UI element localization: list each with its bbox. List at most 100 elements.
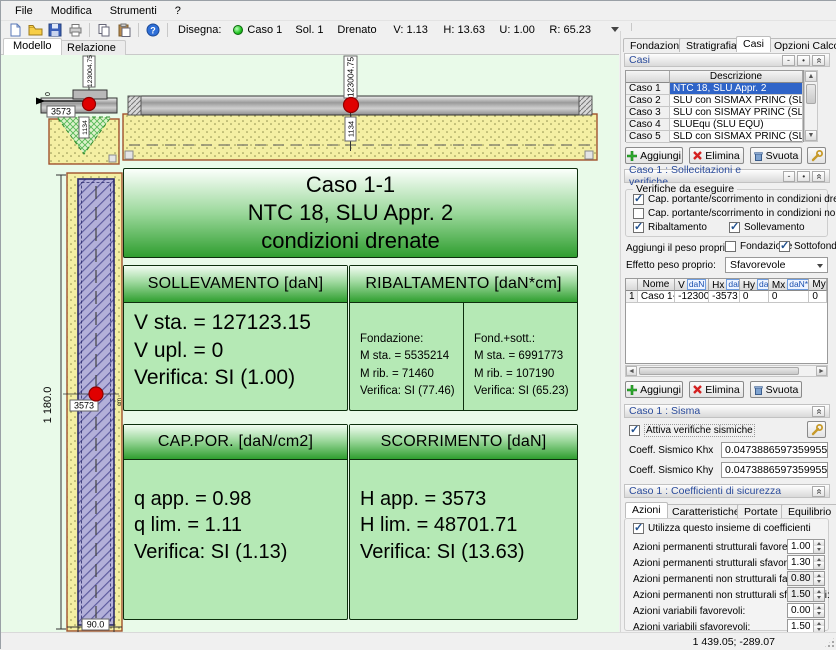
checkbox-checked-icon[interactable] bbox=[729, 222, 740, 233]
effetto-combobox[interactable]: Sfavorevole bbox=[725, 257, 828, 273]
casi-aggiungi-button[interactable]: Aggiungi bbox=[625, 147, 683, 164]
cell-hx[interactable]: -3573 bbox=[709, 291, 740, 303]
scroll-thumb[interactable] bbox=[806, 84, 816, 104]
casi-row-desc[interactable]: SLU con SISMAY PRINC (SLU Appr... bbox=[670, 107, 803, 119]
tab-stratigrafia[interactable]: Stratigrafia bbox=[679, 38, 744, 52]
menu-strumenti[interactable]: Strumenti bbox=[102, 3, 165, 19]
tab-portate[interactable]: Portate bbox=[737, 504, 785, 518]
coeff-spinner-5[interactable]: 0.00 bbox=[787, 603, 825, 618]
casi-row-2[interactable]: Caso 2 SLU con SISMAX PRINC (SLU Appr... bbox=[626, 95, 803, 107]
casi-row-label[interactable]: Caso 2 bbox=[626, 95, 670, 107]
checkbox-unchecked-icon[interactable] bbox=[725, 241, 736, 252]
check-non-drenate[interactable]: Cap. portante/scorrimento in condizioni … bbox=[633, 208, 836, 219]
section-minus-icon[interactable] bbox=[783, 171, 796, 182]
scroll-down-icon[interactable]: ▼ bbox=[805, 130, 817, 141]
loads-svuota-button[interactable]: Svuota bbox=[750, 381, 802, 398]
casi-row-desc[interactable]: SLUEqu (SLU EQU) bbox=[670, 119, 803, 131]
tab-caratteristiche[interactable]: Caratteristiche bbox=[665, 504, 747, 518]
khx-input[interactable]: 0.0473886597359955 bbox=[721, 442, 828, 458]
section-header-sisma[interactable]: Caso 1 : Sisma bbox=[624, 404, 830, 418]
casi-row-desc[interactable]: SLD con SISMAX PRINC (SLD) bbox=[670, 131, 803, 143]
check-utilizza-coefficienti[interactable]: Utilizza questo insieme di coefficienti bbox=[633, 523, 811, 534]
loads-table[interactable]: Nome VdaN HxdaN HydaN MxdaN*cm My 1 Caso… bbox=[625, 278, 828, 364]
checkbox-checked-icon[interactable] bbox=[779, 241, 790, 252]
open-file-icon[interactable] bbox=[25, 22, 45, 38]
spinner-down-icon[interactable] bbox=[813, 594, 824, 601]
check-attiva-sismiche[interactable]: Attiva verifiche sismiche bbox=[629, 424, 755, 437]
menu-file[interactable]: File bbox=[7, 3, 41, 19]
casi-row-4[interactable]: Caso 4 SLUEqu (SLU EQU) bbox=[626, 119, 803, 131]
casi-wrench-button[interactable] bbox=[807, 147, 826, 164]
resize-grip[interactable] bbox=[823, 636, 836, 649]
check-drenate[interactable]: Cap. portante/scorrimento in condizioni … bbox=[633, 194, 836, 205]
checkbox-checked-icon[interactable] bbox=[633, 523, 644, 534]
cell-nome[interactable]: Caso 1-1... bbox=[638, 291, 675, 303]
check-ribaltamento[interactable]: Ribaltamento bbox=[633, 222, 707, 233]
casi-row-3[interactable]: Caso 3 SLU con SISMAY PRINC (SLU Appr... bbox=[626, 107, 803, 119]
check-sollevamento[interactable]: Sollevamento bbox=[729, 222, 805, 233]
print-icon[interactable] bbox=[65, 22, 85, 38]
menu-help[interactable]: ? bbox=[167, 3, 189, 19]
casi-row-desc[interactable]: SLU con SISMAX PRINC (SLU Appr... bbox=[670, 95, 803, 107]
scroll-up-icon[interactable]: ▲ bbox=[805, 71, 817, 82]
save-icon[interactable] bbox=[45, 22, 65, 38]
casi-elimina-button[interactable]: Elimina bbox=[689, 147, 744, 164]
scroll-right-icon[interactable]: ► bbox=[816, 366, 827, 376]
drawing-canvas[interactable]: 123004.75 1134 123004.75 0 3573 bbox=[1, 55, 619, 632]
coeff-spinner-3[interactable]: 0.80 bbox=[787, 571, 825, 586]
loads-aggiungi-button[interactable]: Aggiungi bbox=[625, 381, 683, 398]
spinner-down-icon[interactable] bbox=[813, 610, 824, 617]
checkbox-unchecked-icon[interactable] bbox=[633, 208, 644, 219]
checkbox-checked-icon[interactable] bbox=[633, 194, 644, 205]
casi-row-desc[interactable]: NTC 18, SLU Appr. 2 bbox=[670, 83, 803, 95]
cell-v[interactable]: -12300... bbox=[675, 291, 709, 303]
spinner-down-icon[interactable] bbox=[813, 546, 824, 553]
casi-row-label[interactable]: Caso 3 bbox=[626, 107, 670, 119]
help-icon[interactable]: ? bbox=[143, 22, 163, 38]
tab-casi[interactable]: Casi bbox=[736, 36, 771, 52]
cell-my[interactable]: 0 bbox=[809, 291, 827, 303]
checkbox-checked-icon[interactable] bbox=[629, 425, 640, 436]
copy-icon[interactable] bbox=[94, 22, 114, 38]
toolbar-drenato[interactable]: Drenato bbox=[337, 24, 393, 36]
section-pin-icon[interactable] bbox=[797, 171, 810, 182]
tab-modello[interactable]: Modello bbox=[3, 38, 62, 55]
coeff-spinner-1[interactable]: 1.00 bbox=[787, 539, 825, 554]
casi-row-5[interactable]: Caso 5 SLD con SISMAX PRINC (SLD) bbox=[626, 131, 803, 143]
casi-row-label[interactable]: Caso 5 bbox=[626, 131, 670, 143]
section-header-coefficienti[interactable]: Caso 1 : Coefficienti di sicurezza bbox=[624, 484, 830, 498]
toolbar-sol[interactable]: Sol. 1 bbox=[295, 24, 337, 36]
casi-table[interactable]: Descrizione Caso 1 NTC 18, SLU Appr. 2 C… bbox=[625, 70, 804, 142]
tab-opzioni-calcolo[interactable]: Opzioni Calcolo bbox=[767, 38, 836, 52]
casi-row-1[interactable]: Caso 1 NTC 18, SLU Appr. 2 bbox=[626, 83, 803, 95]
tab-azioni[interactable]: Azioni bbox=[625, 502, 668, 518]
section-collapse-icon[interactable] bbox=[812, 486, 825, 497]
section-header-casi[interactable]: Casi bbox=[624, 53, 830, 67]
scroll-left-icon[interactable]: ◄ bbox=[626, 366, 637, 376]
section-collapse-icon[interactable] bbox=[812, 406, 825, 417]
cell-mx[interactable]: 0 bbox=[769, 291, 810, 303]
section-collapse-icon[interactable] bbox=[812, 171, 825, 182]
new-file-icon[interactable] bbox=[5, 22, 25, 38]
scroll-thumb[interactable] bbox=[639, 367, 799, 375]
casi-row-label[interactable]: Caso 1 bbox=[626, 83, 670, 95]
section-minus-icon[interactable] bbox=[782, 55, 795, 66]
check-peso-sottofondo[interactable]: Sottofondo bbox=[779, 241, 836, 252]
menu-modifica[interactable]: Modifica bbox=[43, 3, 100, 19]
casi-svuota-button[interactable]: Svuota bbox=[750, 147, 802, 164]
toolbar-dropdown-arrow[interactable] bbox=[611, 27, 619, 32]
coeff-spinner-2[interactable]: 1.30 bbox=[787, 555, 825, 570]
section-collapse-icon[interactable] bbox=[812, 55, 825, 66]
casi-scrollbar[interactable]: ▲ ▼ bbox=[804, 70, 818, 142]
sisma-wrench-button[interactable] bbox=[807, 421, 826, 438]
loads-row-1[interactable]: 1 Caso 1-1... -12300... -3573 0 0 0 bbox=[626, 291, 827, 303]
paste-icon[interactable] bbox=[114, 22, 134, 38]
khy-input[interactable]: 0.0473886597359955 bbox=[721, 462, 828, 478]
spinner-down-icon[interactable] bbox=[813, 562, 824, 569]
checkbox-checked-icon[interactable] bbox=[633, 222, 644, 233]
loads-elimina-button[interactable]: Elimina bbox=[689, 381, 744, 398]
loads-table-hscrollbar[interactable]: ◄ ► bbox=[625, 365, 828, 377]
section-header-sollecitazioni[interactable]: Caso 1 : Sollecitazioni e verifiche bbox=[624, 169, 830, 183]
casi-row-label[interactable]: Caso 4 bbox=[626, 119, 670, 131]
tab-equilibrio[interactable]: Equilibrio bbox=[781, 504, 836, 518]
